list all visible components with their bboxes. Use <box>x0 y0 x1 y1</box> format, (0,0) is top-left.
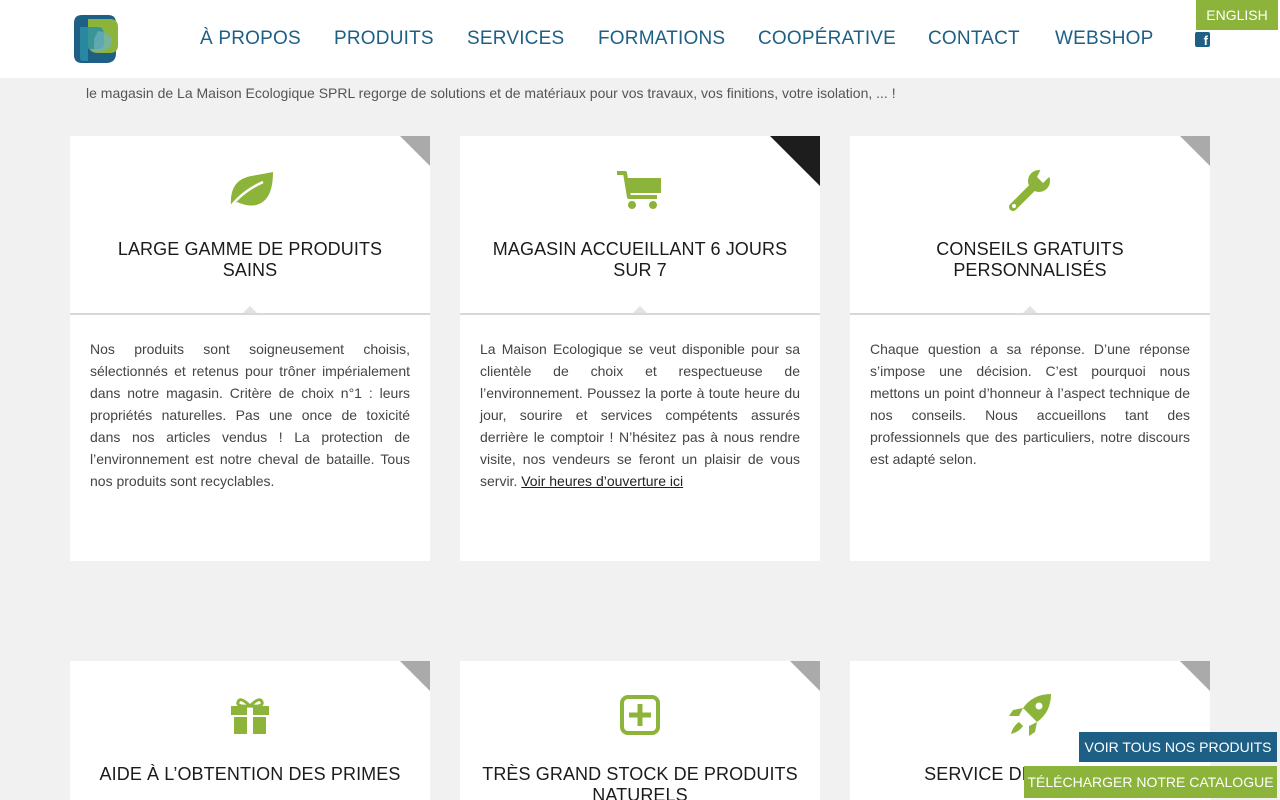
intro-text: le magasin de La Maison Ecologique SPRL … <box>86 85 896 101</box>
wrench-icon <box>850 166 1210 214</box>
feature-card: MAGASIN ACCUEILLANT 6 JOURS SUR 7 La Mai… <box>460 136 820 561</box>
card-title: CONSEILS GRATUITS PERSONNALISÉS <box>936 239 1124 280</box>
nav-a-propos[interactable]: À PROPOS <box>200 28 301 50</box>
view-all-products-button[interactable]: VOIR TOUS NOS PRODUITS <box>1079 732 1277 762</box>
shopping-cart-icon <box>460 166 820 214</box>
feature-card: AIDE À L’OBTENTION DES PRIMES <box>70 661 430 800</box>
card-text: Nos produits sont soigneusement choisis,… <box>90 341 410 489</box>
site-header: À PROPOS PRODUITS SERVICES FORMATIONS CO… <box>0 0 1280 78</box>
card-divider <box>70 313 430 315</box>
leaf-icon <box>70 166 430 214</box>
site-logo[interactable] <box>68 13 122 65</box>
gift-icon <box>70 691 430 739</box>
card-title: AIDE À L’OBTENTION DES PRIMES <box>99 764 401 784</box>
nav-cooperative[interactable]: COOPÉRATIVE <box>758 28 896 50</box>
download-catalogue-button[interactable]: TÉLÉCHARGER NOTRE CATALOGUE <box>1024 766 1277 798</box>
nav-contact[interactable]: CONTACT <box>928 28 1020 50</box>
nav-services[interactable]: SERVICES <box>467 28 564 50</box>
facebook-icon[interactable]: f <box>1195 32 1210 47</box>
card-text: Chaque question a sa réponse. D’une répo… <box>870 341 1190 467</box>
card-divider <box>850 313 1210 315</box>
card-title: LARGE GAMME DE PRODUITS SAINS <box>117 239 383 280</box>
plus-square-icon <box>460 691 820 739</box>
feature-card: LARGE GAMME DE PRODUITS SAINS Nos produi… <box>70 136 430 561</box>
language-switch-button[interactable]: ENGLISH <box>1196 0 1278 30</box>
card-text-body: La Maison Ecologique se veut disponible … <box>480 341 800 489</box>
feature-card: CONSEILS GRATUITS PERSONNALISÉS Chaque q… <box>850 136 1210 561</box>
nav-formations[interactable]: FORMATIONS <box>598 28 725 50</box>
feature-card: TRÈS GRAND STOCK DE PRODUITS NATURELS <box>460 661 820 800</box>
nav-webshop[interactable]: WEBSHOP <box>1055 28 1154 50</box>
corner-fold <box>400 136 430 166</box>
card-title: TRÈS GRAND STOCK DE PRODUITS NATURELS <box>482 764 798 800</box>
corner-fold <box>1180 661 1210 691</box>
opening-hours-link[interactable]: Voir heures d’ouverture ici <box>521 473 683 489</box>
card-title: MAGASIN ACCUEILLANT 6 JOURS SUR 7 <box>492 239 788 280</box>
card-text: La Maison Ecologique se veut disponible … <box>480 338 800 492</box>
corner-fold <box>400 661 430 691</box>
corner-fold <box>790 661 820 691</box>
card-divider <box>460 313 820 315</box>
nav-produits[interactable]: PRODUITS <box>334 28 434 50</box>
corner-fold <box>1180 136 1210 166</box>
